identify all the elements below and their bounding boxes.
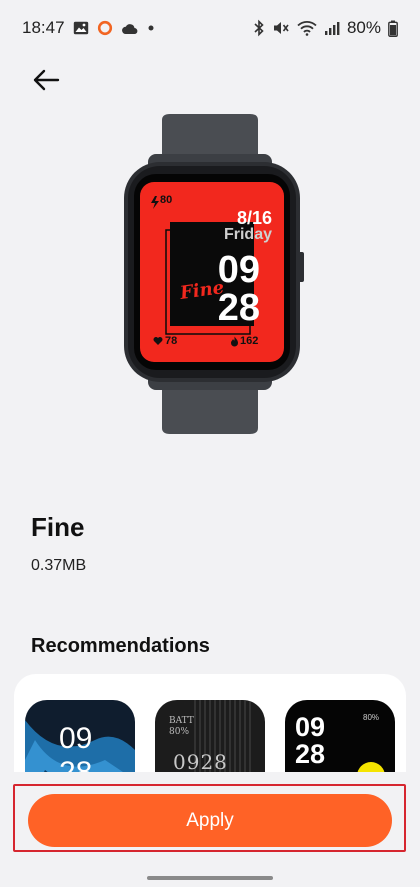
recommendations-heading: Recommendations <box>31 635 210 657</box>
wifi-icon <box>297 20 317 36</box>
watch-face-size: 0.37MB <box>31 557 87 574</box>
dot-icon <box>147 24 155 32</box>
home-indicator[interactable] <box>147 876 273 880</box>
status-time: 18:47 <box>22 18 65 37</box>
cloud-icon <box>121 22 139 35</box>
mute-icon <box>272 20 290 36</box>
back-arrow-icon <box>33 69 60 91</box>
flame-icon <box>230 336 239 347</box>
circle-app-icon <box>97 20 113 36</box>
apply-button[interactable]: Apply <box>28 794 392 847</box>
heart-icon <box>153 336 163 346</box>
signal-icon <box>324 21 340 36</box>
watch-face-title: Fine <box>31 512 85 542</box>
status-bar: 18:47 80% <box>0 0 420 56</box>
battery-percent: 80% <box>346 18 381 37</box>
watch-preview: 80 8/16 Friday 09 28 Fine 78 162 <box>110 112 310 442</box>
battery-icon <box>388 20 398 37</box>
back-button[interactable] <box>26 62 66 98</box>
rec-item-batt-value: 80% <box>169 727 190 737</box>
bluetooth-icon <box>253 19 265 37</box>
rec-item-hour: 09 <box>59 722 93 755</box>
rec-item-batt-label: BATT <box>169 716 194 726</box>
watch-weekday: Friday <box>223 226 272 243</box>
gallery-icon <box>73 21 89 35</box>
rec-item-battery: 80% <box>363 713 380 722</box>
watch-heart-rate: 78 <box>165 335 178 347</box>
rec-item-time: 0928 <box>173 750 228 774</box>
watch-calories: 162 <box>240 335 259 347</box>
rec-item-minute: 28 <box>295 739 326 769</box>
watch-battery-value: 80 <box>160 194 173 206</box>
watch-crown <box>298 252 304 282</box>
